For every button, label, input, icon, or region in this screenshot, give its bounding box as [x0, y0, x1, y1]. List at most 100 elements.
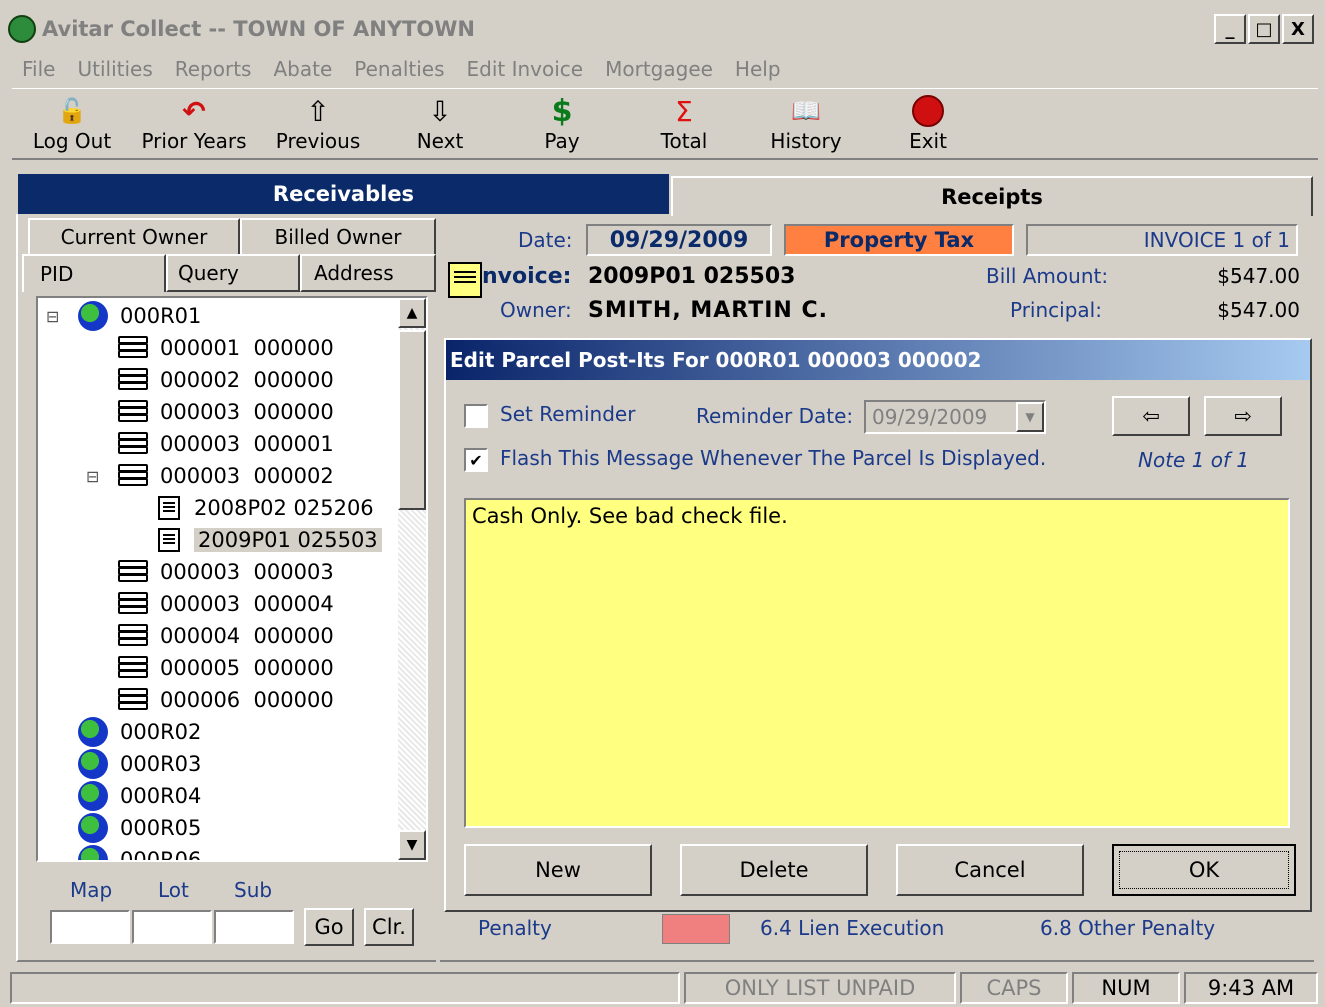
lien-execution-label: 6.4 Lien Execution	[760, 916, 945, 940]
flash-message-checkbox[interactable]: ✔	[464, 448, 488, 472]
tree-item-label: 000002 000000	[160, 368, 334, 392]
check-icon: ✔	[469, 450, 483, 470]
tab-pid[interactable]: PID	[22, 254, 166, 292]
note-counter: Note 1 of 1	[1138, 448, 1250, 472]
tab-billed-owner[interactable]: Billed Owner	[240, 218, 436, 256]
book-icon: 📖	[791, 97, 821, 125]
tree-item-label: 000003 000001	[160, 432, 334, 456]
scroll-down-icon[interactable]: ▼	[398, 830, 426, 860]
set-reminder-checkbox[interactable]	[464, 404, 488, 428]
tree-parcel-item[interactable]: 000002 000000	[118, 364, 334, 396]
menu-abate[interactable]: Abate	[273, 57, 332, 81]
date-label: Date:	[518, 228, 573, 252]
close-button[interactable]: X	[1282, 14, 1314, 44]
pay-button[interactable]: $ Pay	[502, 89, 622, 161]
tree-item-label: 000R03	[120, 752, 202, 776]
tree-parcel-item[interactable]: 000003 000003	[118, 556, 334, 588]
tab-address[interactable]: Address	[300, 254, 436, 292]
next-note-button[interactable]: ⇨	[1204, 396, 1282, 436]
penalty-legend: Penalty 6.4 Lien Execution 6.8 Other Pen…	[440, 912, 1314, 962]
tree-parcel-item[interactable]: 000006 000000	[118, 684, 334, 716]
tree-item-label: 2009P01 025503	[194, 528, 382, 552]
collapse-icon[interactable]: ⊟	[86, 467, 99, 486]
menu-edit-invoice[interactable]: Edit Invoice	[467, 57, 584, 81]
collapse-icon[interactable]: ⊟	[46, 307, 59, 326]
clear-button[interactable]: Clr.	[364, 908, 414, 946]
maximize-button[interactable]: □	[1248, 14, 1280, 44]
tree-parcel-item[interactable]: 000003 000004	[118, 588, 334, 620]
map-label: Map	[70, 878, 113, 902]
tab-receipts[interactable]: Receipts	[671, 176, 1313, 216]
tree-map-item[interactable]: ⊟ 000R01	[46, 300, 202, 332]
prior-years-button[interactable]: ↶ Prior Years	[134, 89, 254, 161]
tree-map-item[interactable]: 000R03	[78, 748, 201, 780]
tree-parcel-item[interactable]: 000001 000000	[118, 332, 334, 364]
minimize-button[interactable]: _	[1214, 14, 1246, 44]
prev-note-button[interactable]: ⇦	[1112, 396, 1190, 436]
cancel-button[interactable]: Cancel	[896, 844, 1084, 896]
delete-button[interactable]: Delete	[680, 844, 868, 896]
tree-item-label: 000R01	[120, 304, 202, 328]
post-it-icon[interactable]	[448, 262, 482, 298]
tree-parcel-item[interactable]: 000003 000001	[118, 428, 334, 460]
parcel-stack-icon	[118, 432, 150, 456]
lock-icon: 🔓	[57, 97, 87, 125]
bill-amount-label: Bill Amount:	[986, 264, 1109, 288]
tree-map-item[interactable]: 000R06	[78, 844, 201, 860]
globe-icon	[78, 781, 108, 811]
history-button[interactable]: 📖 History	[746, 89, 866, 161]
sub-input[interactable]	[214, 910, 294, 944]
menu-penalties[interactable]: Penalties	[354, 57, 444, 81]
down-arrow-icon: ⇩	[428, 94, 452, 128]
bill-amount: $547.00	[1217, 264, 1300, 288]
note-message-textarea[interactable]: Cash Only. See bad check file.	[464, 498, 1290, 828]
tab-receivables[interactable]: Receivables	[18, 174, 669, 214]
tree-item-label: 2008P02 025206	[194, 496, 374, 520]
tree-parcel-item[interactable]: 000003 000000	[118, 396, 334, 428]
tree-invoice-item[interactable]: 2008P02 025206	[158, 492, 374, 524]
tree-parcel-item[interactable]: 000004 000000	[118, 620, 334, 652]
invoice-number: 2009P01 025503	[588, 264, 796, 289]
log-out-button[interactable]: 🔓 Log Out	[12, 89, 132, 161]
lot-input[interactable]	[132, 910, 212, 944]
tree-parcel-item[interactable]: 000005 000000	[118, 652, 334, 684]
next-button[interactable]: ⇩ Next	[380, 89, 500, 161]
right-arrow-icon: ⇨	[1234, 404, 1252, 428]
menu-reports[interactable]: Reports	[175, 57, 252, 81]
invoice-label: nvoice:	[482, 264, 572, 289]
menu-mortgagee[interactable]: Mortgagee	[605, 57, 713, 81]
window-title: Avitar Collect -- TOWN OF ANYTOWN	[42, 17, 475, 41]
exit-button[interactable]: Exit	[868, 89, 988, 161]
tree-content: ⊟ 000R01 000001 000000 000002 000000 000003 …	[38, 298, 384, 860]
map-input[interactable]	[50, 910, 130, 944]
tree-map-item[interactable]: 000R02	[78, 716, 201, 748]
globe-icon	[78, 749, 108, 779]
scroll-thumb[interactable]	[398, 330, 426, 510]
tree-map-item[interactable]: 000R04	[78, 780, 201, 812]
parcel-stack-icon	[118, 400, 150, 424]
tree-map-item[interactable]: 000R05	[78, 812, 201, 844]
menu-file[interactable]: File	[22, 57, 55, 81]
chevron-down-icon[interactable]: ▼	[1016, 402, 1044, 432]
parcel-stack-icon	[118, 464, 150, 488]
ok-button[interactable]: OK	[1112, 844, 1296, 896]
tree-item-label: 000R05	[120, 816, 202, 840]
menu-help[interactable]: Help	[735, 57, 781, 81]
other-penalty-label: 6.8 Other Penalty	[1040, 916, 1216, 940]
parcel-tree[interactable]: ⊟ 000R01 000001 000000 000002 000000 000003 …	[36, 296, 428, 862]
scroll-up-icon[interactable]: ▲	[398, 298, 426, 328]
principal-label: Principal:	[1010, 298, 1102, 322]
tree-invoice-item[interactable]: 2009P01 025503	[158, 524, 382, 556]
tree-item-label: 000003 000004	[160, 592, 334, 616]
total-button[interactable]: Σ Total	[624, 89, 744, 161]
tab-query[interactable]: Query	[166, 254, 300, 292]
tree-parcel-item[interactable]: ⊟ 000003 000002	[86, 460, 334, 492]
new-button[interactable]: New	[464, 844, 652, 896]
tab-current-owner[interactable]: Current Owner	[28, 218, 240, 256]
go-button[interactable]: Go	[304, 908, 354, 946]
previous-button[interactable]: ⇧ Previous	[258, 89, 378, 161]
tree-scrollbar[interactable]: ▲ ▼	[398, 298, 426, 860]
parcel-stack-icon	[118, 624, 150, 648]
reminder-date-select[interactable]: 09/29/2009 ▼	[864, 400, 1046, 434]
menu-utilities[interactable]: Utilities	[77, 57, 152, 81]
